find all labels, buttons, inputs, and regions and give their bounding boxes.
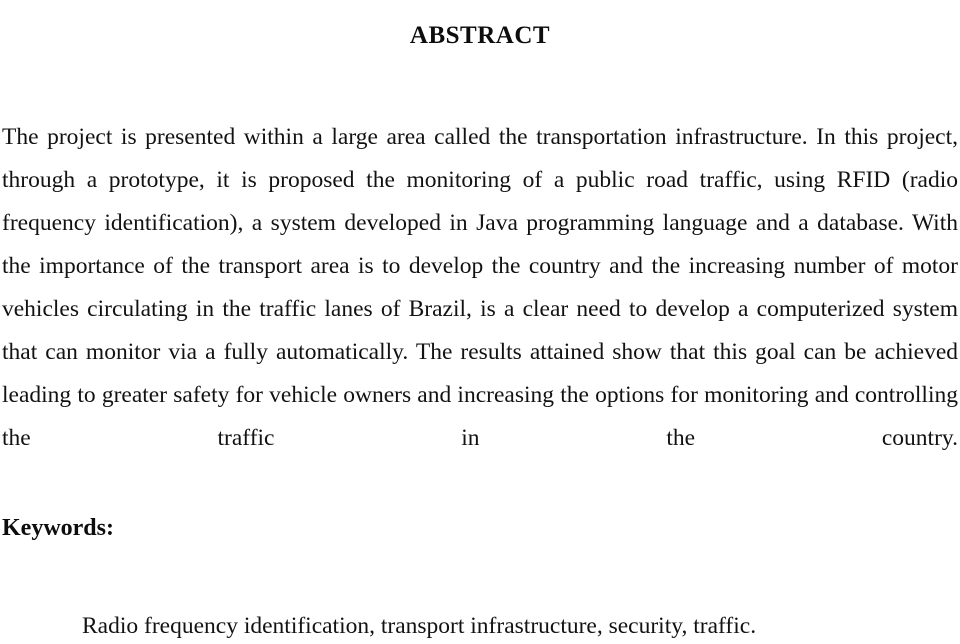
page-title: ABSTRACT (409, 21, 551, 49)
abstract-paragraph: The project is presented within a large … (2, 123, 958, 451)
abstract-page: ABSTRACT The project is presented within… (0, 0, 960, 644)
keywords-list: Radio frequency identification, transpor… (82, 613, 757, 639)
keywords-label: Keywords: (2, 515, 114, 541)
